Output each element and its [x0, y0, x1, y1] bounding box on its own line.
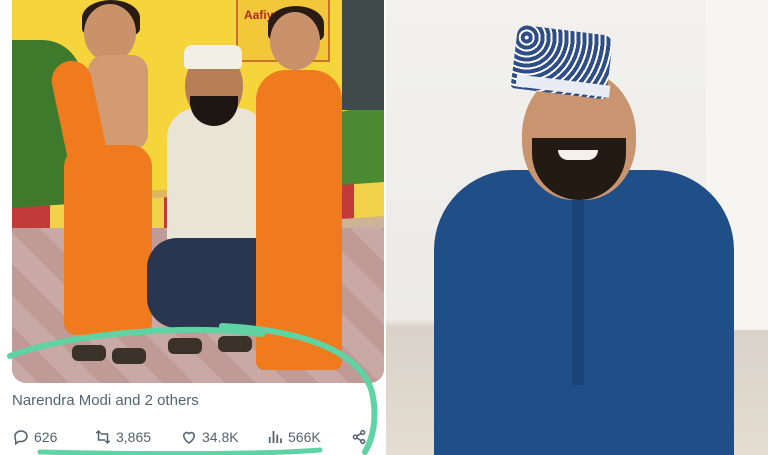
- social-post: Aafiya Narendra Modi and 2 others 626 3,…: [0, 0, 386, 455]
- post-author-line[interactable]: Narendra Modi and 2 others: [12, 392, 199, 409]
- views-icon: [268, 431, 282, 443]
- views-count: 566K: [288, 429, 321, 445]
- sandal: [168, 338, 202, 354]
- like-icon: [182, 431, 196, 444]
- share-button[interactable]: [350, 428, 368, 446]
- reply-count: 626: [34, 429, 58, 445]
- post-photo[interactable]: Aafiya: [12, 0, 384, 383]
- reply-button[interactable]: 626: [12, 428, 57, 446]
- like-button[interactable]: 34.8K: [180, 428, 239, 446]
- sandal: [218, 336, 252, 352]
- repost-icon: [95, 429, 111, 445]
- repost-count: 3,865: [116, 429, 152, 445]
- share-icon: [352, 429, 366, 445]
- reply-icon: [14, 430, 28, 446]
- sandal: [112, 348, 146, 364]
- repost-button[interactable]: 3,865: [94, 428, 151, 446]
- blue-robe: [434, 170, 734, 455]
- portrait-photo: [386, 0, 768, 455]
- sandal: [72, 345, 106, 361]
- like-count: 34.8K: [202, 429, 239, 445]
- post-action-bar: 626 3,865 34.8K 566K: [12, 428, 374, 448]
- chalkboard: [342, 0, 384, 110]
- white-cap: [184, 45, 242, 69]
- views-button[interactable]: 566K: [266, 428, 321, 446]
